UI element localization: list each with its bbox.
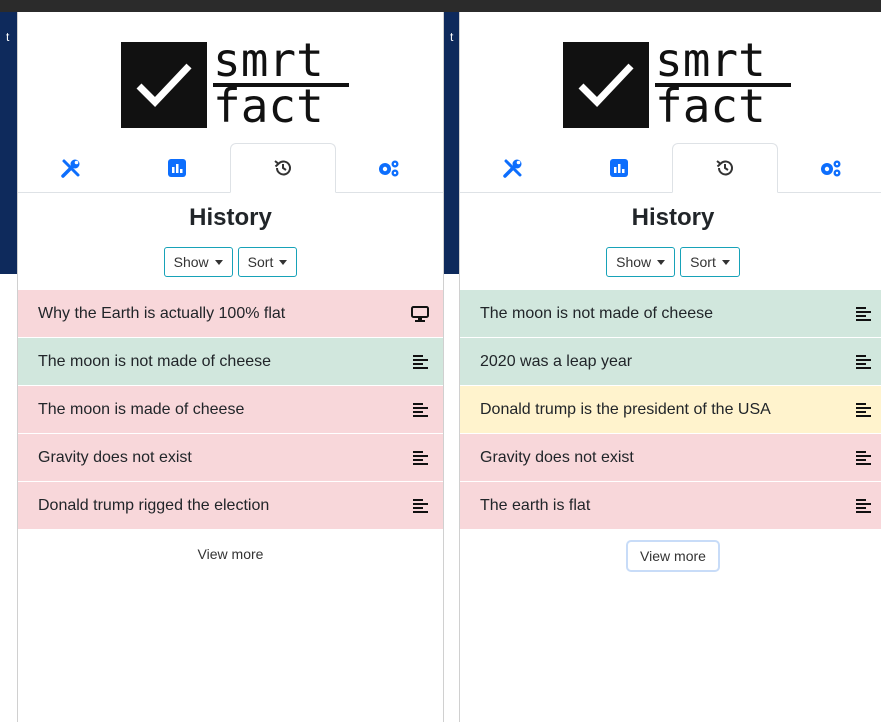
show-label: Show bbox=[616, 254, 652, 270]
page-title: History bbox=[631, 204, 715, 231]
tools-icon bbox=[503, 159, 522, 178]
text-icon bbox=[413, 354, 428, 369]
gears-icon bbox=[379, 160, 399, 177]
checkmark-icon bbox=[578, 63, 634, 108]
logo-text-line1: smrt bbox=[655, 33, 766, 87]
background-tab-letter-middle: t bbox=[450, 30, 454, 44]
history-item[interactable]: The moon is not made of cheese bbox=[18, 338, 443, 386]
tab-settings[interactable] bbox=[778, 143, 881, 193]
sort-label: Sort bbox=[690, 254, 716, 270]
checkmark-icon bbox=[136, 63, 192, 108]
tab-tools[interactable] bbox=[460, 143, 566, 193]
sort-dropdown-button[interactable]: Sort bbox=[237, 247, 298, 277]
history-list: Why the Earth is actually 100% flat The … bbox=[18, 290, 443, 530]
view-more-container: View more bbox=[18, 540, 443, 568]
tab-settings[interactable] bbox=[336, 143, 442, 193]
text-icon bbox=[413, 498, 428, 513]
background-page-middle-lower bbox=[444, 274, 459, 722]
show-dropdown-button[interactable]: Show bbox=[163, 247, 233, 277]
text-icon bbox=[856, 450, 871, 465]
tab-statistics[interactable] bbox=[566, 143, 672, 193]
sort-label: Sort bbox=[247, 254, 274, 270]
view-more-button[interactable]: View more bbox=[186, 540, 276, 568]
history-item-text: Gravity does not exist bbox=[480, 448, 634, 466]
caret-down-icon bbox=[721, 259, 730, 265]
history-item[interactable]: The earth is flat bbox=[460, 482, 881, 530]
caret-down-icon bbox=[279, 259, 288, 265]
view-more-container: View more bbox=[460, 540, 881, 572]
tab-tools[interactable] bbox=[18, 143, 124, 193]
show-label: Show bbox=[173, 254, 209, 270]
nav-tabs bbox=[18, 143, 443, 193]
page-title: History bbox=[189, 204, 272, 231]
logo-text-line2: fact bbox=[213, 79, 324, 133]
smrtfact-logo: smrt fact bbox=[563, 37, 791, 133]
history-icon bbox=[274, 160, 291, 176]
background-page-middle bbox=[444, 12, 459, 274]
history-item-text: Gravity does not exist bbox=[38, 448, 192, 466]
history-item[interactable]: The moon is made of cheese bbox=[18, 386, 443, 434]
view-more-button[interactable]: View more bbox=[626, 540, 720, 572]
history-item[interactable]: Donald trump is the president of the USA bbox=[460, 386, 881, 434]
gears-icon bbox=[821, 160, 841, 177]
history-item-text: The earth is flat bbox=[480, 496, 591, 514]
text-icon bbox=[856, 402, 871, 417]
tab-statistics[interactable] bbox=[124, 143, 230, 193]
history-item-text: Why the Earth is actually 100% flat bbox=[38, 304, 286, 322]
caret-down-icon bbox=[657, 259, 666, 265]
chart-icon bbox=[610, 159, 628, 177]
tools-icon bbox=[61, 159, 80, 178]
history-item-text: Donald trump is the president of the USA bbox=[480, 400, 771, 418]
logo-text-line2: fact bbox=[655, 79, 766, 133]
history-item-text: The moon is not made of cheese bbox=[38, 352, 272, 370]
history-item[interactable]: Why the Earth is actually 100% flat bbox=[18, 290, 443, 338]
browser-top-strip bbox=[0, 0, 881, 12]
history-item[interactable]: Gravity does not exist bbox=[18, 434, 443, 482]
checkmark-logo-box bbox=[563, 42, 649, 128]
text-icon bbox=[856, 498, 871, 513]
caret-down-icon bbox=[214, 259, 223, 265]
history-item[interactable]: 2020 was a leap year bbox=[460, 338, 881, 386]
text-icon bbox=[856, 354, 871, 369]
history-item[interactable]: Gravity does not exist bbox=[460, 434, 881, 482]
monitor-icon bbox=[411, 305, 429, 322]
nav-tabs bbox=[460, 143, 881, 193]
history-item[interactable]: The moon is not made of cheese bbox=[460, 290, 881, 338]
smrtfact-logo: smrt fact bbox=[121, 37, 349, 133]
tab-history[interactable] bbox=[672, 143, 778, 193]
extension-popup-right: smrt fact History Show Sort The moon is … bbox=[459, 12, 881, 722]
history-item-text: The moon is not made of cheese bbox=[480, 304, 714, 322]
history-icon bbox=[716, 160, 733, 176]
text-icon bbox=[856, 306, 871, 321]
text-icon bbox=[413, 402, 428, 417]
history-item-text: 2020 was a leap year bbox=[480, 352, 633, 370]
sort-dropdown-button[interactable]: Sort bbox=[680, 247, 740, 277]
history-item-text: The moon is made of cheese bbox=[38, 400, 245, 418]
background-page-left bbox=[0, 12, 18, 274]
history-item[interactable]: Donald trump rigged the election bbox=[18, 482, 443, 530]
chart-icon bbox=[168, 159, 186, 177]
show-dropdown-button[interactable]: Show bbox=[606, 247, 676, 277]
logo-text-line1: smrt bbox=[213, 33, 324, 87]
filter-buttons: Show Sort bbox=[18, 247, 443, 277]
text-icon bbox=[413, 450, 428, 465]
history-item-text: Donald trump rigged the election bbox=[38, 496, 270, 514]
filter-buttons: Show Sort bbox=[460, 247, 881, 277]
tab-history[interactable] bbox=[230, 143, 336, 193]
history-list: The moon is not made of cheese 2020 was … bbox=[460, 290, 881, 530]
extension-popup-left: smrt fact History Show Sort Why the Eart… bbox=[17, 12, 444, 722]
checkmark-logo-box bbox=[121, 42, 207, 128]
